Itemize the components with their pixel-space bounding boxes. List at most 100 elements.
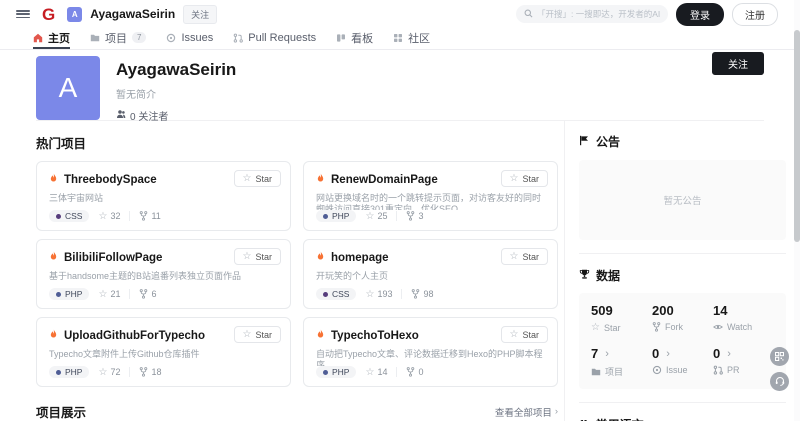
project-description: 自动把Typecho文章、评论数据迁移到Hexo的PHP脚本程序 <box>316 349 547 366</box>
topbar-username[interactable]: AyagawaSeirin <box>90 7 175 21</box>
fork-icon <box>406 367 415 377</box>
tab-issues-label: Issues <box>181 32 213 44</box>
project-name[interactable]: RenewDomainPage <box>331 174 438 186</box>
star-icon <box>98 367 107 378</box>
tab-pull-requests-label: Pull Requests <box>248 32 316 44</box>
star-count[interactable]: 193 <box>365 289 392 300</box>
project-name[interactable]: BilibiliFollowPage <box>64 252 162 264</box>
star-icon <box>510 251 519 262</box>
stat-prs[interactable]: 0› PR <box>713 346 774 378</box>
announcement-empty-box: 暂无公告 <box>579 160 786 240</box>
star-button[interactable]: Star <box>501 326 548 343</box>
project-name[interactable]: homepage <box>331 252 389 264</box>
flame-icon <box>316 327 325 345</box>
stat-fork: 200 Fork <box>652 303 713 333</box>
qrcode-icon <box>775 352 784 361</box>
star-icon <box>365 367 374 378</box>
tab-community[interactable]: 社区 <box>393 28 430 49</box>
menu-icon[interactable] <box>16 8 30 20</box>
trophy-icon <box>579 269 590 283</box>
fork-count[interactable]: 18 <box>129 367 161 377</box>
star-button[interactable]: Star <box>234 248 281 265</box>
star-icon <box>243 173 252 184</box>
pull-request-icon <box>713 365 723 375</box>
service-fab[interactable] <box>770 372 789 391</box>
stat-projects[interactable]: 7› 项目 <box>591 346 652 378</box>
follow-button[interactable]: 关注 <box>712 52 764 75</box>
star-count[interactable]: 72 <box>98 367 120 378</box>
stat-issues[interactable]: 0› Issue <box>652 346 713 378</box>
tab-home[interactable]: 主页 <box>33 28 70 49</box>
language-dot <box>56 292 61 297</box>
language-badge: PHP <box>316 210 356 222</box>
project-card: ThreebodySpace Star 三体宇宙网站 CSS 32 11 <box>36 161 291 231</box>
scrollbar-thumb[interactable] <box>794 30 800 242</box>
tab-board[interactable]: 看板 <box>336 28 373 49</box>
star-count[interactable]: 21 <box>98 289 120 300</box>
language-dot <box>56 370 61 375</box>
star-icon <box>510 329 519 340</box>
language-badge: CSS <box>316 288 356 300</box>
tab-projects[interactable]: 项目 7 <box>90 28 146 49</box>
issue-icon <box>166 33 176 43</box>
project-name[interactable]: TypechoToHexo <box>331 330 419 342</box>
tab-pull-requests[interactable]: Pull Requests <box>233 28 316 49</box>
project-description: 基于handsome主题的B站追番列表独立页面作品 <box>49 271 280 288</box>
flame-icon <box>316 171 325 189</box>
fork-count[interactable]: 6 <box>129 289 156 299</box>
star-count[interactable]: 32 <box>98 211 120 222</box>
tab-home-label: 主页 <box>48 30 70 46</box>
star-icon <box>98 289 107 300</box>
popular-projects-title: 热门项目 <box>36 133 558 152</box>
project-description: 网站更换域名时的一个跳转提示页面，对访客友好的同时蜘蛛访问直接301重定向，优化… <box>316 193 547 210</box>
chevron-right-icon[interactable]: › <box>605 348 609 360</box>
fork-count[interactable]: 3 <box>396 211 423 221</box>
fork-count[interactable]: 11 <box>129 211 160 221</box>
view-all-projects-link[interactable]: 查看全部项目 <box>495 405 558 419</box>
chevron-right-icon[interactable]: › <box>666 348 670 360</box>
folder-icon <box>90 33 100 43</box>
topbar-follow-chip[interactable]: 关注 <box>183 5 217 24</box>
person-icon <box>116 109 126 122</box>
project-name[interactable]: ThreebodySpace <box>64 174 157 186</box>
register-button[interactable]: 注册 <box>732 3 778 26</box>
fork-count[interactable]: 0 <box>396 367 423 377</box>
language-dot <box>323 214 328 219</box>
search-input[interactable] <box>537 9 660 19</box>
star-count[interactable]: 25 <box>365 211 387 222</box>
star-count[interactable]: 14 <box>365 367 387 378</box>
search-box[interactable] <box>516 5 668 23</box>
stats-section-title: 数据 <box>579 267 786 284</box>
star-icon <box>365 211 374 222</box>
star-button[interactable]: Star <box>234 326 281 343</box>
fork-count[interactable]: 98 <box>401 289 433 299</box>
chevron-right-icon[interactable]: › <box>727 348 731 360</box>
folder-icon <box>591 367 601 377</box>
star-button[interactable]: Star <box>501 170 548 187</box>
project-name[interactable]: UploadGithubForTypecho <box>64 330 205 342</box>
star-icon <box>243 329 252 340</box>
announcement-section-title: 公告 <box>579 133 786 150</box>
login-button[interactable]: 登录 <box>676 3 724 26</box>
flame-icon <box>49 171 58 189</box>
language-dot <box>56 214 61 219</box>
followers-row[interactable]: 0 关注者 <box>116 108 764 123</box>
home-icon <box>33 33 43 43</box>
sidebar: 公告 暂无公告 数据 509 Star 200 Fork <box>564 121 800 421</box>
tab-issues[interactable]: Issues <box>166 28 213 49</box>
language-badge: PHP <box>316 366 356 378</box>
projects-count-badge: 7 <box>132 32 146 43</box>
flag-icon <box>579 135 590 149</box>
board-icon <box>336 33 346 43</box>
stats-box: 509 Star 200 Fork 14 Watch 7› 项目 0› Is <box>579 293 786 389</box>
profile-bio: 暂无简介 <box>116 86 764 101</box>
gitee-logo[interactable]: G <box>42 6 55 23</box>
qrcode-fab[interactable] <box>770 347 789 366</box>
star-icon <box>98 211 107 222</box>
flame-icon <box>316 249 325 267</box>
main-column: 热门项目 ThreebodySpace Star 三体宇宙网站 CSS 32 1… <box>36 121 558 421</box>
star-button[interactable]: Star <box>501 248 548 265</box>
followers-count: 0 关注者 <box>130 108 168 123</box>
project-card: UploadGithubForTypecho Star Typecho文章附件上… <box>36 317 291 387</box>
star-button[interactable]: Star <box>234 170 281 187</box>
